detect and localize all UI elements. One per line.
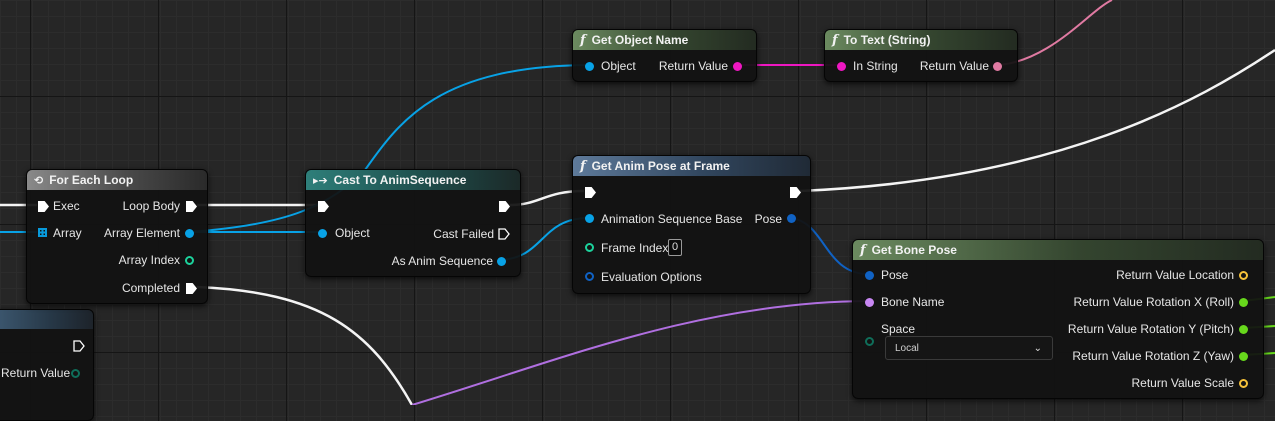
exec-label: Exec xyxy=(53,199,80,213)
array-index-label: Array Index xyxy=(118,253,180,267)
eval-options-pin[interactable] xyxy=(585,272,594,281)
array-grid-icon[interactable] xyxy=(38,228,47,237)
exec-wire-completed xyxy=(196,285,414,405)
bone-name-pin[interactable] xyxy=(865,298,874,307)
rv-pitch-pin[interactable] xyxy=(1239,325,1248,334)
bone-name-label: Bone Name xyxy=(881,295,945,309)
cast-object-pin[interactable] xyxy=(318,229,327,238)
get-object-name-return-label: Return Value xyxy=(658,59,728,73)
exec-in-pin[interactable] xyxy=(38,201,49,212)
frame-index-pin[interactable] xyxy=(585,243,594,252)
as-anim-sequence-label: As Anim Sequence xyxy=(391,254,493,268)
get-bone-pose-header: f Get Bone Pose xyxy=(853,240,1263,260)
frame-index-label: Frame Index xyxy=(601,241,669,255)
get-anim-pose-exec-in-pin[interactable] xyxy=(585,187,596,198)
rv-location-label: Return Value Location xyxy=(1116,268,1234,282)
loop-icon: ⟲ xyxy=(34,173,44,187)
chevron-down-icon: ⌄ xyxy=(1033,343,1042,354)
in-string-pin[interactable] xyxy=(837,62,846,71)
cast-exec-in-pin[interactable] xyxy=(318,201,329,212)
to-text-return-pin[interactable] xyxy=(993,62,1002,71)
rv-yaw-pin[interactable] xyxy=(1239,352,1248,361)
in-string-label: In String xyxy=(853,59,898,73)
function-icon: f xyxy=(832,32,838,48)
anim-seq-base-label: Animation Sequence Base xyxy=(601,212,743,226)
to-text-string-node[interactable]: f To Text (String) In String Return Valu… xyxy=(824,29,1018,82)
get-object-name-return-pin[interactable] xyxy=(733,62,742,71)
bone-pose-in-pin[interactable] xyxy=(865,271,874,280)
cast-header: ▸➔ Cast To AnimSequence xyxy=(306,170,520,190)
partial-return-value-pin[interactable] xyxy=(71,369,80,378)
for-each-loop-header: ⟲ For Each Loop xyxy=(27,170,207,190)
for-each-loop-title: For Each Loop xyxy=(49,173,134,187)
pose-out-pin[interactable] xyxy=(787,214,796,223)
eval-options-label: Evaluation Options xyxy=(601,270,702,284)
partial-node[interactable]: Return Value xyxy=(0,309,94,421)
anim-seq-base-pin[interactable] xyxy=(585,214,594,223)
cast-title: Cast To AnimSequence xyxy=(333,173,467,187)
pose-out-label: Pose xyxy=(754,212,782,226)
cast-failed-pin[interactable] xyxy=(498,228,510,240)
get-object-name-header: f Get Object Name xyxy=(573,30,756,50)
function-icon: f xyxy=(860,242,866,258)
rv-pitch-label: Return Value Rotation Y (Pitch) xyxy=(1067,322,1234,336)
to-text-return-label: Return Value xyxy=(919,59,989,73)
cast-failed-label: Cast Failed xyxy=(433,227,494,241)
name-wire xyxy=(411,300,869,405)
cast-object-label: Object xyxy=(335,226,370,240)
get-anim-pose-exec-out-pin[interactable] xyxy=(790,187,801,198)
partial-return-value-label: Return Value xyxy=(1,366,71,380)
rv-yaw-label: Return Value Rotation Z (Yaw) xyxy=(1072,349,1234,363)
get-bone-pose-node[interactable]: f Get Bone Pose Pose Bone Name Space Loc… xyxy=(852,239,1264,399)
get-object-name-title: Get Object Name xyxy=(591,33,689,47)
get-bone-pose-title: Get Bone Pose xyxy=(871,243,957,257)
bone-pose-in-label: Pose xyxy=(881,268,909,282)
cast-exec-out-pin[interactable] xyxy=(499,201,510,212)
array-element-label: Array Element xyxy=(103,226,180,240)
completed-label: Completed xyxy=(121,281,180,295)
get-object-name-object-label: Object xyxy=(601,59,636,73)
frame-index-input[interactable]: 0 xyxy=(668,239,683,256)
completed-pin[interactable] xyxy=(186,283,197,294)
as-anim-sequence-pin[interactable] xyxy=(497,257,506,266)
rv-roll-label: Return Value Rotation X (Roll) xyxy=(1073,295,1234,309)
cast-to-animsequence-node[interactable]: ▸➔ Cast To AnimSequence Object Cast Fail… xyxy=(305,169,521,277)
loop-body-pin[interactable] xyxy=(186,201,197,212)
to-text-title: To Text (String) xyxy=(843,33,931,47)
rv-roll-pin[interactable] xyxy=(1239,298,1248,307)
function-icon: f xyxy=(580,158,586,174)
function-icon: f xyxy=(580,32,586,48)
array-label: Array xyxy=(53,226,82,240)
array-index-pin[interactable] xyxy=(185,256,194,265)
array-element-pin[interactable] xyxy=(185,229,194,238)
partial-exec-out-pin[interactable] xyxy=(73,340,85,352)
loop-body-label: Loop Body xyxy=(122,199,180,213)
rv-scale-pin[interactable] xyxy=(1239,379,1248,388)
rv-scale-label: Return Value Scale xyxy=(1131,376,1234,390)
get-object-name-object-pin[interactable] xyxy=(585,62,594,71)
for-each-loop-node[interactable]: ⟲ For Each Loop Exec Array Loop Body Arr… xyxy=(26,169,208,304)
get-anim-pose-header: f Get Anim Pose at Frame xyxy=(573,156,810,176)
space-label: Space xyxy=(881,322,916,336)
get-anim-pose-title: Get Anim Pose at Frame xyxy=(591,159,730,173)
space-dropdown[interactable]: Local ⌄ xyxy=(885,336,1053,360)
get-anim-pose-at-frame-node[interactable]: f Get Anim Pose at Frame Animation Seque… xyxy=(572,155,811,294)
get-object-name-node[interactable]: f Get Object Name Object Return Value xyxy=(572,29,757,82)
cast-icon: ▸➔ xyxy=(313,173,328,187)
rv-location-pin[interactable] xyxy=(1239,271,1248,280)
space-pin[interactable] xyxy=(865,337,874,346)
partial-node-header xyxy=(0,310,93,329)
to-text-header: f To Text (String) xyxy=(825,30,1017,50)
space-dropdown-value: Local xyxy=(895,343,919,354)
